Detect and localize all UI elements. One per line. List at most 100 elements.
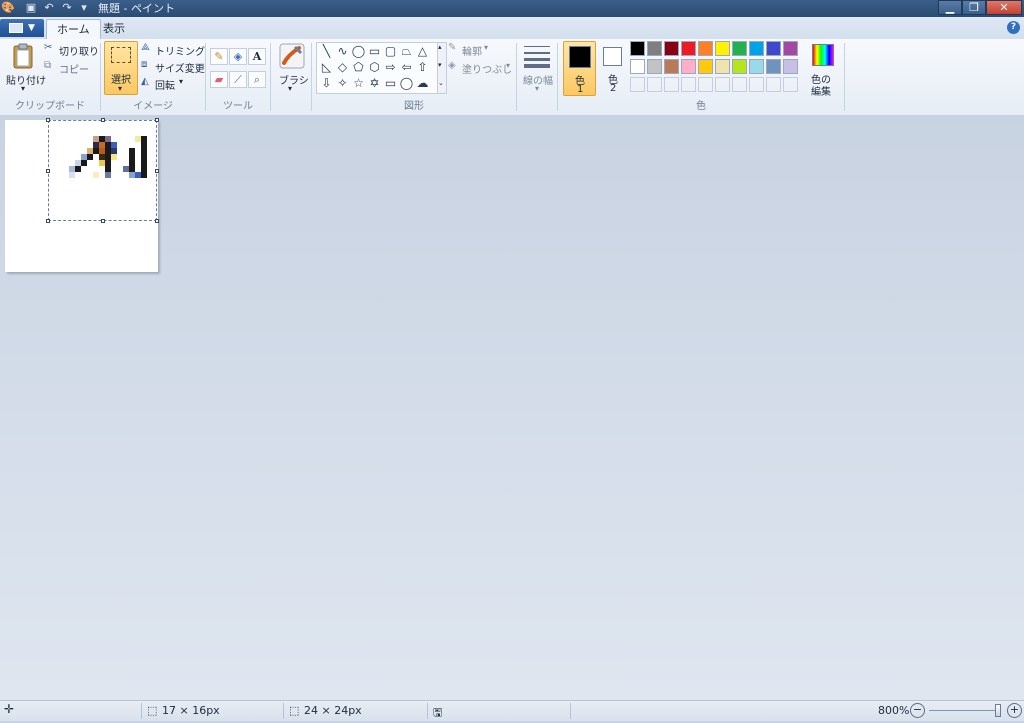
palette-color-swatch[interactable] <box>664 59 679 74</box>
close-button[interactable]: ✕ <box>986 0 1022 15</box>
help-icon[interactable]: ? <box>1007 21 1020 34</box>
fill-button[interactable]: ◈ 塗りつぶし ▾ <box>448 60 514 76</box>
oval-callout-shape-icon[interactable]: ◯ <box>399 76 414 91</box>
palette-color-swatch[interactable] <box>732 41 747 56</box>
palette-color-swatch[interactable] <box>715 41 730 56</box>
brushes-button[interactable]: ブラシ ▾ <box>274 41 309 95</box>
palette-color-swatch[interactable] <box>647 59 662 74</box>
palette-color-swatch[interactable] <box>766 41 781 56</box>
zoom-slider-thumb[interactable] <box>995 704 1001 717</box>
magnifier-icon[interactable]: ⌕ <box>248 71 266 88</box>
palette-custom-slot[interactable] <box>647 77 662 92</box>
palette-color-swatch[interactable] <box>783 59 798 74</box>
triangle-shape-icon[interactable]: △ <box>415 44 430 59</box>
restore-button[interactable]: ❐ <box>962 0 986 15</box>
palette-color-swatch[interactable] <box>698 41 713 56</box>
palette-color-swatch[interactable] <box>681 59 696 74</box>
size-button[interactable]: 線の幅 ▾ <box>520 41 554 95</box>
zoom-out-button[interactable]: − <box>910 703 925 718</box>
save-quick-icon[interactable]: ▣ <box>24 1 38 15</box>
six-point-star-shape-icon[interactable]: ✡ <box>367 76 382 91</box>
eraser-icon[interactable]: ▰ <box>210 71 228 88</box>
diamond-shape-icon[interactable]: ◇ <box>335 60 350 75</box>
palette-custom-slot[interactable] <box>698 77 713 92</box>
palette-color-swatch[interactable] <box>681 41 696 56</box>
undo-quick-icon[interactable]: ↶ <box>42 1 56 15</box>
palette-color-swatch[interactable] <box>749 41 764 56</box>
curve-shape-icon[interactable]: ∿ <box>335 44 350 59</box>
palette-color-swatch[interactable] <box>732 59 747 74</box>
zoom-in-button[interactable]: + <box>1007 703 1022 718</box>
palette-color-swatch[interactable] <box>783 41 798 56</box>
right-arrow-shape-icon[interactable]: ⇨ <box>383 60 398 75</box>
paint-app-icon[interactable]: 🎨 <box>1 1 15 15</box>
rounded-callout-shape-icon[interactable]: ▭ <box>383 76 398 91</box>
palette-color-swatch[interactable] <box>749 59 764 74</box>
selection-handle[interactable] <box>46 118 50 122</box>
down-arrow-shape-icon[interactable]: ⇩ <box>319 76 334 91</box>
up-arrow-shape-icon[interactable]: ⇧ <box>415 60 430 75</box>
select-button[interactable]: 選択 ▾ <box>104 41 138 95</box>
palette-color-swatch[interactable] <box>664 41 679 56</box>
fill-bucket-icon[interactable]: ◈ <box>229 48 247 65</box>
polygon-shape-icon[interactable]: ⏢ <box>399 44 414 59</box>
file-menu-button[interactable]: ▼ <box>0 19 44 37</box>
rotate-button[interactable]: ◭ 回転 ▾ <box>141 76 203 92</box>
color2-button[interactable]: 色 2 <box>598 41 628 96</box>
palette-custom-slot[interactable] <box>630 77 645 92</box>
right-triangle-shape-icon[interactable]: ◺ <box>319 60 334 75</box>
selection-handle[interactable] <box>155 118 159 122</box>
palette-color-swatch[interactable] <box>630 59 645 74</box>
five-point-star-shape-icon[interactable]: ☆ <box>351 76 366 91</box>
palette-color-swatch[interactable] <box>698 59 713 74</box>
selection-handle[interactable] <box>46 169 50 173</box>
selection-handle[interactable] <box>46 219 50 223</box>
pencil-icon[interactable]: ✎ <box>210 48 228 65</box>
crop-button[interactable]: ⟁ トリミング <box>141 42 205 58</box>
selection-handle[interactable] <box>155 169 159 173</box>
palette-color-swatch[interactable] <box>647 41 662 56</box>
redo-quick-icon[interactable]: ↷ <box>60 1 74 15</box>
shapes-gallery-scrollbar[interactable]: ▴ ▾ ⌄ <box>437 42 447 94</box>
palette-color-swatch[interactable] <box>630 41 645 56</box>
palette-custom-slot[interactable] <box>715 77 730 92</box>
palette-custom-slot[interactable] <box>664 77 679 92</box>
text-tool-icon[interactable]: A <box>248 48 266 65</box>
outline-button[interactable]: ✎ 輪郭 ▾ <box>448 42 510 58</box>
selection-handle[interactable] <box>101 118 105 122</box>
palette-custom-slot[interactable] <box>732 77 747 92</box>
scroll-up-icon[interactable]: ▴ <box>438 43 442 51</box>
zoom-slider-track[interactable] <box>929 710 1001 711</box>
palette-color-swatch[interactable] <box>715 59 730 74</box>
oval-shape-icon[interactable]: ◯ <box>351 44 366 59</box>
color-picker-icon[interactable]: ⟋ <box>229 71 247 88</box>
scroll-down-icon[interactable]: ▾ <box>438 61 442 69</box>
rounded-rectangle-shape-icon[interactable]: ▢ <box>383 44 398 59</box>
paste-button[interactable]: 貼り付け ▾ <box>4 41 46 95</box>
cloud-callout-shape-icon[interactable]: ☁ <box>415 76 430 91</box>
palette-color-swatch[interactable] <box>766 59 781 74</box>
palette-custom-slot[interactable] <box>766 77 781 92</box>
minimize-button[interactable]: ▁ <box>938 0 962 15</box>
pentagon-shape-icon[interactable]: ⬠ <box>351 60 366 75</box>
selection-rectangle[interactable] <box>46 118 159 223</box>
line-shape-icon[interactable]: ╲ <box>319 44 334 59</box>
left-arrow-shape-icon[interactable]: ⇦ <box>399 60 414 75</box>
palette-custom-slot[interactable] <box>749 77 764 92</box>
color1-button[interactable]: 色 1 <box>563 41 596 96</box>
copy-button[interactable]: ⧉ コピー <box>44 60 96 76</box>
tab-view[interactable]: 表示 <box>93 19 135 38</box>
palette-custom-slot[interactable] <box>783 77 798 92</box>
selection-handle[interactable] <box>101 219 105 223</box>
resize-button[interactable]: ⧈ サイズ変更 <box>141 59 205 75</box>
gallery-expand-icon[interactable]: ⌄ <box>438 79 444 87</box>
drawing-workspace[interactable] <box>0 115 1024 700</box>
rectangle-shape-icon[interactable]: ▭ <box>367 44 382 59</box>
cut-button[interactable]: ✂ 切り取り <box>44 42 99 58</box>
selection-handle[interactable] <box>155 219 159 223</box>
four-point-star-shape-icon[interactable]: ✧ <box>335 76 350 91</box>
edit-colors-button[interactable]: 色の 編集 <box>806 41 840 98</box>
palette-custom-slot[interactable] <box>681 77 696 92</box>
hexagon-shape-icon[interactable]: ⬡ <box>367 60 382 75</box>
customize-quick-icon[interactable]: ▾ <box>77 1 91 15</box>
